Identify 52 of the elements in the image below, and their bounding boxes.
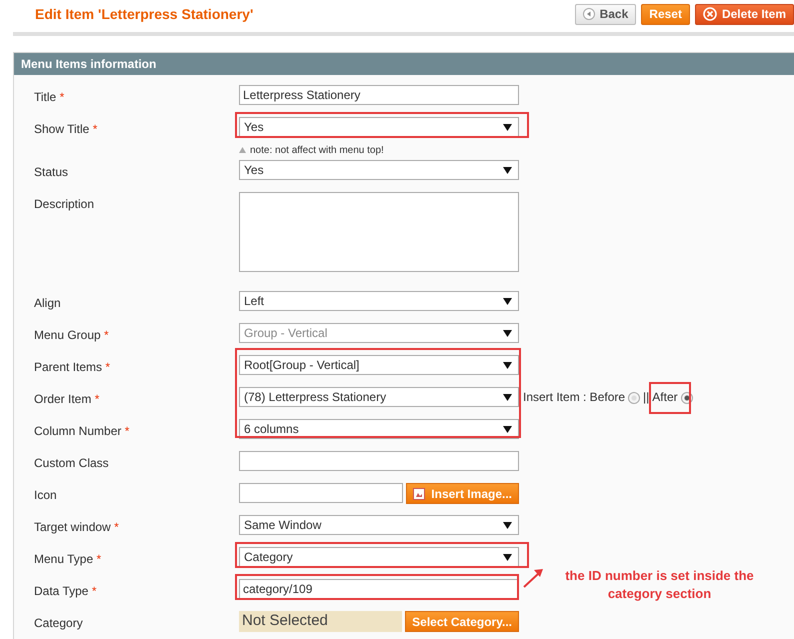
page-title: Edit Item 'Letterpress Stationery' [35, 6, 254, 22]
insert-item-label: Insert Item : Before [523, 390, 626, 404]
field-note: note: not affect with menu top! [250, 144, 384, 156]
caret-icon [503, 124, 512, 130]
caret-icon [503, 166, 512, 174]
close-icon [702, 7, 717, 21]
caret-icon [503, 298, 512, 304]
field-label: Show Title * [34, 121, 98, 138]
select-field[interactable]: 6 columns [239, 419, 519, 439]
field-label: Custom Class [34, 455, 110, 472]
text-field[interactable]: category/109 [239, 579, 519, 599]
after-label: After [652, 390, 678, 404]
caret-icon [503, 394, 512, 400]
arrow-icon [523, 567, 545, 589]
field-label: Status [34, 164, 70, 181]
description-field[interactable] [239, 192, 519, 272]
select-field[interactable]: Yes [239, 160, 519, 180]
select-field[interactable]: Yes [239, 117, 519, 137]
back-button[interactable]: Back [574, 4, 636, 24]
caret-icon [503, 522, 512, 528]
separator: || [643, 390, 650, 404]
field-label: Target window * [34, 519, 120, 536]
text-field[interactable]: Letterpress Stationery [239, 85, 519, 105]
category-value: Not Selected [239, 611, 402, 632]
annotation-text: the ID number is set inside the category section [564, 567, 755, 603]
select-field[interactable]: Same Window [239, 515, 519, 535]
select-field[interactable]: Category [239, 547, 519, 567]
caret-icon [503, 426, 512, 432]
field-label: Menu Type * [34, 551, 102, 568]
field-label: Title * [34, 89, 66, 106]
text-field[interactable] [239, 451, 519, 471]
triangle-icon [239, 147, 246, 153]
before-radio[interactable] [628, 392, 640, 404]
field-label: Icon [34, 487, 58, 504]
image-icon [413, 488, 426, 500]
field-label: Data Type * [34, 583, 98, 600]
icon-field[interactable] [239, 483, 404, 503]
field-label: Category [34, 615, 84, 632]
field-label: Column Number * [34, 423, 130, 440]
field-label: Parent Items * [34, 359, 112, 376]
caret-icon [503, 554, 512, 560]
caret-icon [503, 330, 512, 336]
field-label: Description [34, 196, 96, 213]
select-field[interactable]: (78) Letterpress Stationery [239, 387, 519, 407]
select-field[interactable]: Left [239, 291, 519, 311]
panel-title: Menu Items information [14, 53, 794, 75]
field-label: Align [34, 295, 62, 312]
back-icon [582, 8, 595, 20]
field-label: Order Item * [34, 391, 100, 408]
field-label: Menu Group * [34, 327, 110, 344]
caret-icon [503, 362, 512, 368]
select-field[interactable]: Root[Group - Vertical] [239, 355, 519, 375]
